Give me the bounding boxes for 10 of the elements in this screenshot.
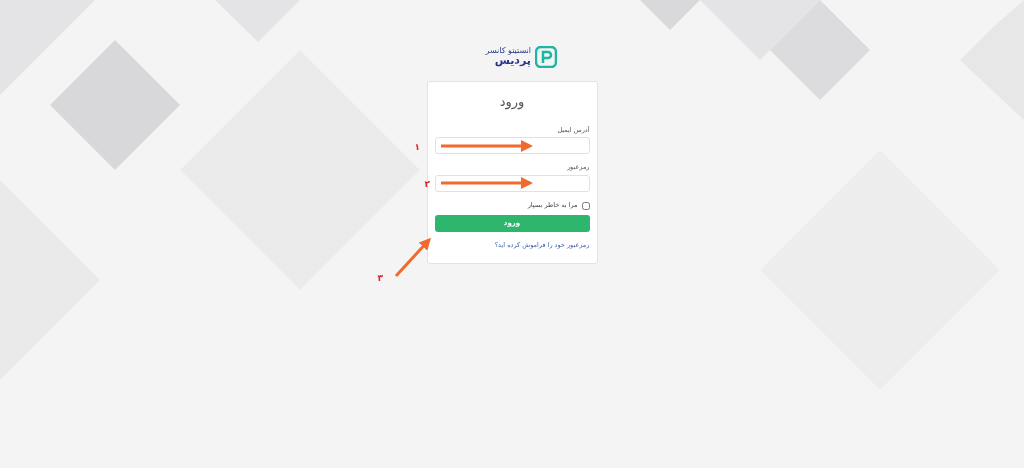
annotation-arrow	[394, 237, 432, 277]
logo-tagline: انستیتو کانسر	[485, 46, 531, 56]
logo-icon	[535, 46, 557, 68]
remember-checkbox[interactable]	[581, 201, 590, 210]
card-title: ورود	[498, 93, 526, 112]
annotation-number: ۳	[377, 273, 383, 283]
logo-wordmark: پردیس	[494, 55, 531, 68]
password-field[interactable]	[434, 175, 590, 192]
annotation-number: ۱	[414, 142, 420, 152]
annotation-number: ۲	[424, 179, 430, 189]
